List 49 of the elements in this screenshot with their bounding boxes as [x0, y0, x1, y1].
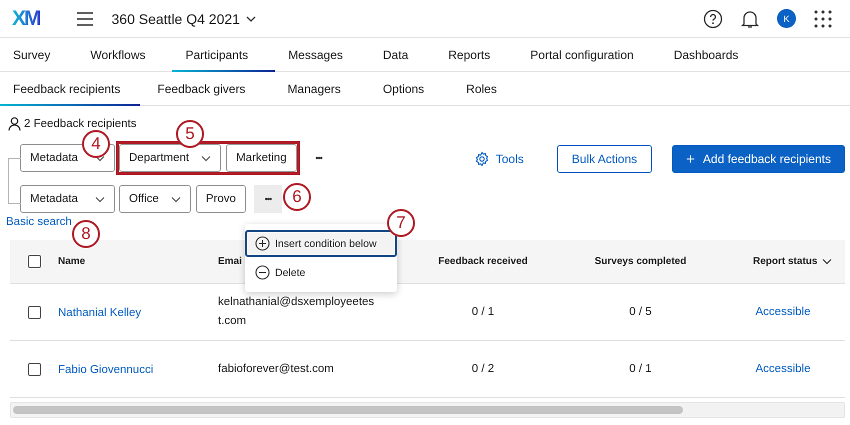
surveys-completed-cell: 0 / 1 — [629, 363, 652, 375]
field-dropdown[interactable]: Office — [119, 185, 191, 213]
sub-tab[interactable]: Feedback recipients — [0, 72, 140, 105]
column-header: Report status — [753, 256, 818, 267]
nav-tab[interactable]: Participants — [172, 38, 276, 71]
add-recipients-button[interactable]: + Add feedback recipients — [672, 145, 845, 173]
column-header: Emai — [218, 256, 243, 267]
feedback-received-cell: 0 / 1 — [472, 306, 494, 318]
tools-button[interactable]: Tools — [474, 151, 524, 167]
menu-item[interactable]: Delete — [245, 259, 397, 286]
nav-tab[interactable]: Data — [370, 38, 436, 71]
nav-tab[interactable]: Messages — [275, 38, 370, 71]
value-field[interactable]: Marketing — [226, 144, 297, 172]
surveys-completed-cell: 0 / 5 — [629, 306, 652, 318]
nav-tab[interactable]: Workflows — [77, 38, 172, 71]
column-header: Feedback received — [437, 256, 529, 267]
step-callout: 6 — [283, 183, 311, 211]
field-dropdown[interactable]: Department — [119, 144, 222, 172]
email-cell-text: kelnathanial@dsxemployeetest.com — [218, 295, 376, 329]
more-button[interactable]: ••• — [254, 185, 282, 213]
project-selector[interactable]: 360 Seattle Q4 2021 — [112, 10, 256, 26]
feedback-received-cell: 0 / 2 — [472, 363, 494, 375]
menu-item[interactable]: Insert condition below — [245, 230, 397, 257]
value-field[interactable]: Provo — [196, 185, 246, 213]
recipient-name-link[interactable]: Nathanial Kelley — [58, 307, 142, 319]
email-cell-text: fabioforever@test.com — [218, 362, 335, 376]
report-status-link[interactable]: Accessible — [756, 363, 810, 375]
recipient-name-link[interactable]: Fabio Giovennucci — [58, 364, 154, 376]
column-header: Name — [58, 256, 86, 267]
sub-tab[interactable]: Options — [366, 72, 450, 105]
sub-tab[interactable]: Managers — [270, 72, 366, 105]
source-dropdown[interactable]: Metadata — [20, 185, 115, 213]
more-button[interactable]: ••• — [304, 144, 333, 172]
nav-tab[interactable]: Survey — [0, 38, 78, 71]
recipient-count: 2 Feedback recipients — [24, 118, 137, 130]
bulk-actions-button[interactable]: Bulk Actions — [556, 145, 652, 173]
nav-tab[interactable]: Reports — [435, 38, 518, 71]
step-callout: 8 — [72, 220, 100, 248]
nav-tab[interactable]: Dashboards — [660, 38, 766, 71]
sub-tab[interactable]: Roles — [449, 72, 522, 105]
step-callout: 7 — [387, 209, 415, 237]
step-callout: 5 — [176, 120, 204, 148]
step-callout: 4 — [82, 130, 110, 158]
report-status-link[interactable]: Accessible — [756, 306, 810, 318]
column-header: Surveys completed — [594, 256, 688, 267]
sub-tab[interactable]: Feedback givers — [140, 72, 270, 105]
user-avatar[interactable]: K — [777, 9, 796, 28]
basic-search-link[interactable]: Basic search — [6, 216, 72, 228]
nav-tab[interactable]: Portal configuration — [517, 38, 661, 71]
